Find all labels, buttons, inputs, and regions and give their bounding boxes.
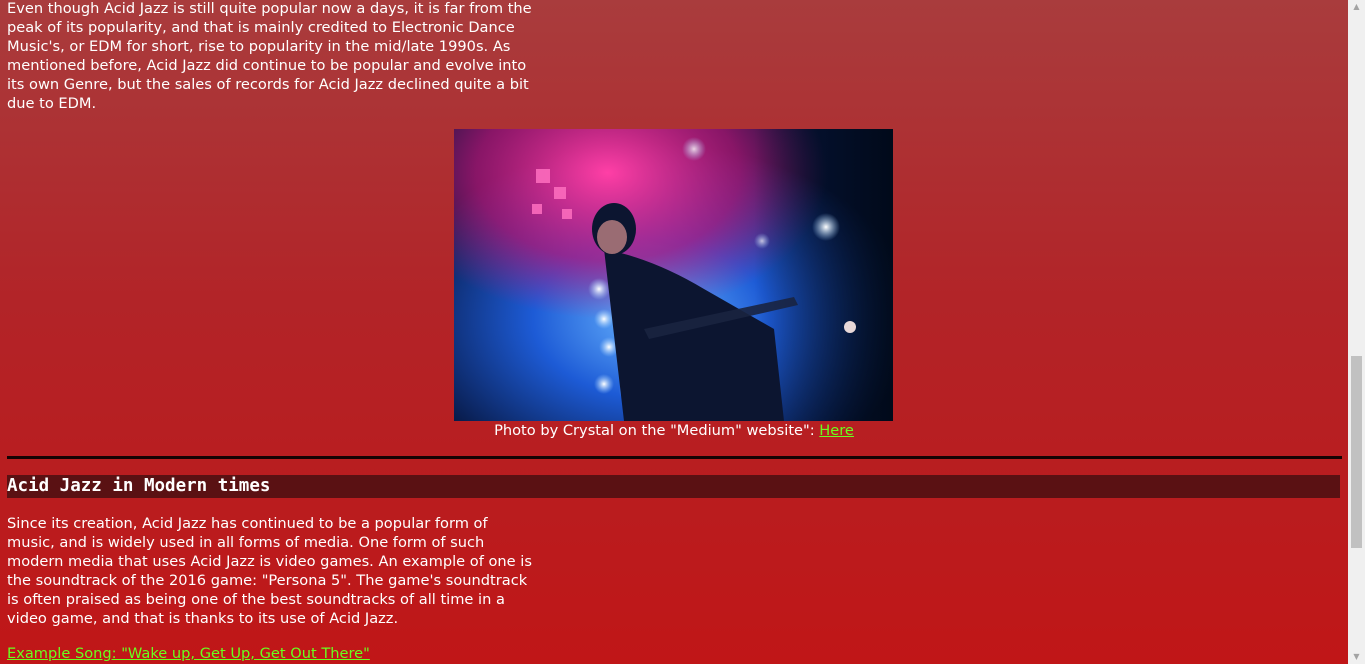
photo-source-link[interactable]: Here xyxy=(819,422,854,439)
vertical-scrollbar[interactable]: ▲ ▼ xyxy=(1348,0,1365,664)
intro-paragraph: Even though Acid Jazz is still quite pop… xyxy=(7,0,532,112)
scroll-down-arrow-icon[interactable]: ▼ xyxy=(1348,650,1365,664)
section-heading: Acid Jazz in Modern times xyxy=(7,475,1340,498)
photo-caption: Photo by Crystal on the "Medium" website… xyxy=(0,421,1348,440)
example-song: Example Song: "Wake up, Get Up, Get Out … xyxy=(7,644,370,663)
scrollbar-thumb[interactable] xyxy=(1351,356,1362,548)
scroll-up-arrow-icon[interactable]: ▲ xyxy=(1348,0,1365,14)
concert-photo-image xyxy=(454,129,893,421)
page: Even though Acid Jazz is still quite pop… xyxy=(0,0,1348,664)
photo-caption-text: Photo by Crystal on the "Medium" website… xyxy=(494,422,820,439)
section-divider xyxy=(7,456,1342,459)
concert-photo xyxy=(454,129,893,421)
example-song-link[interactable]: Example Song: "Wake up, Get Up, Get Out … xyxy=(7,645,370,662)
section-paragraph: Since its creation, Acid Jazz has contin… xyxy=(7,515,532,627)
